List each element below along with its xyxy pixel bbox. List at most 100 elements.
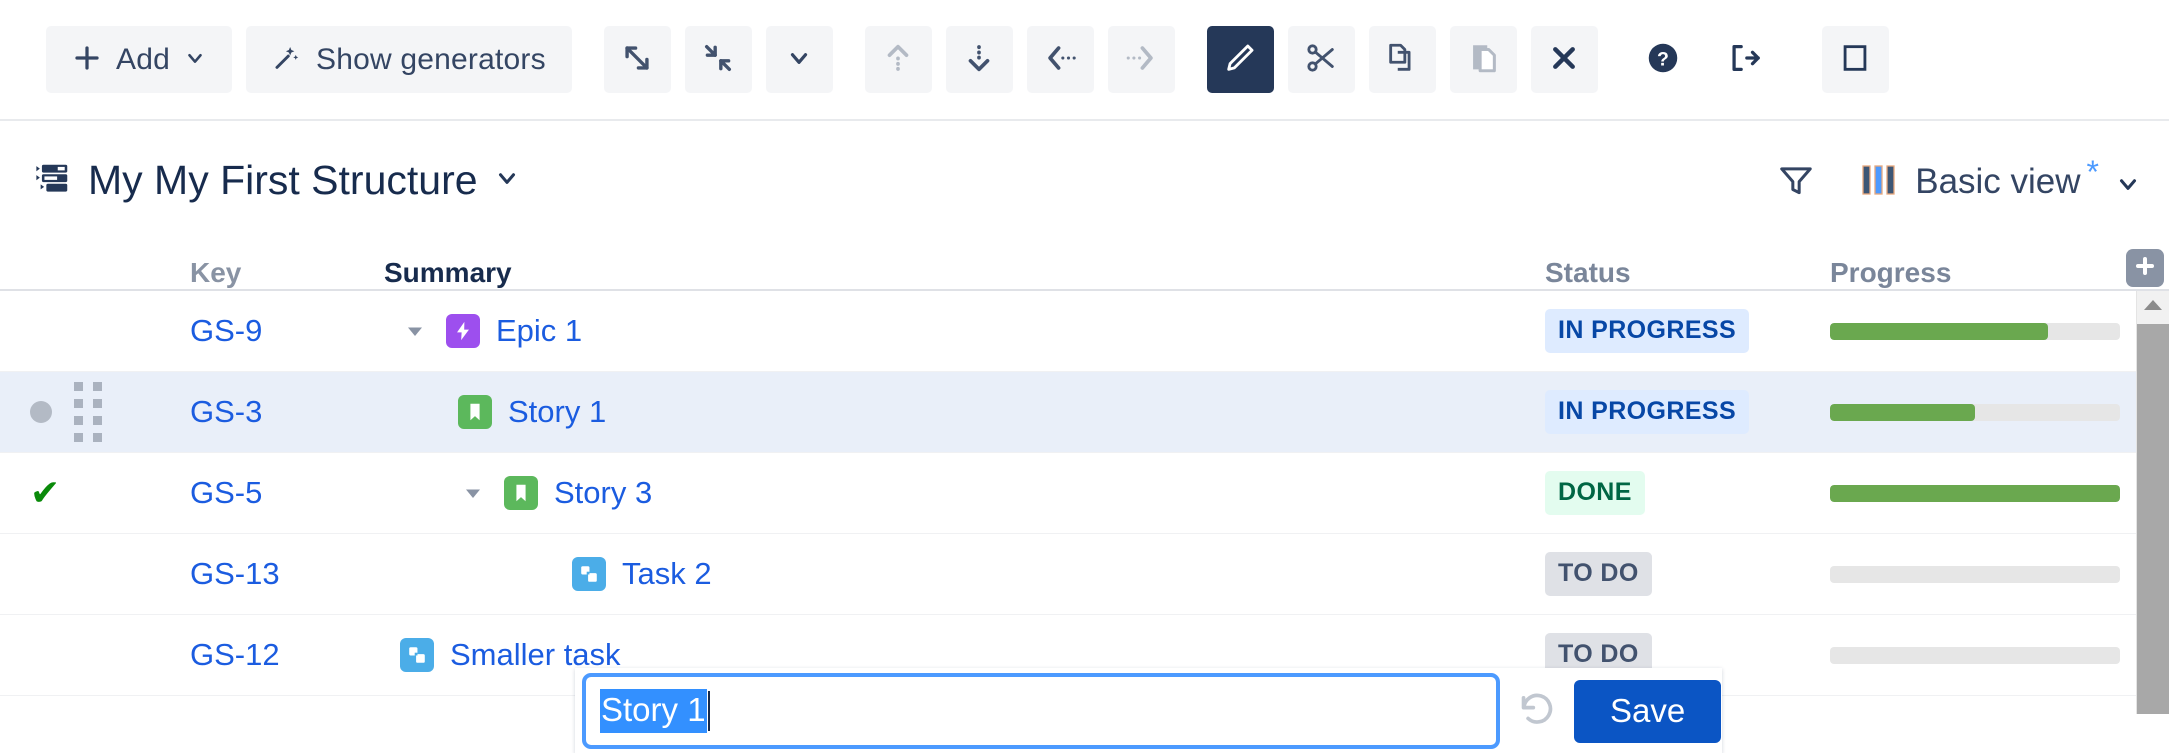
table-row[interactable]: GS-9 Epic 1 IN PROGRESS xyxy=(0,291,2169,372)
column-header-summary[interactable]: Summary xyxy=(384,257,512,294)
funnel-icon[interactable] xyxy=(1777,161,1815,199)
view-modified-marker: * xyxy=(2086,153,2099,190)
show-generators-label: Show generators xyxy=(315,42,546,76)
table-header-row: Key Summary Status Progress xyxy=(0,239,2169,291)
story-bookmark-icon xyxy=(504,476,538,510)
table-row[interactable]: GS-3 Story 1 IN PROGRESS xyxy=(0,372,2169,453)
expand-diagonal-icon xyxy=(620,41,654,78)
exit-button[interactable] xyxy=(1711,26,1778,93)
issue-summary-link[interactable]: Task 2 xyxy=(622,556,712,592)
plus-icon xyxy=(72,43,102,76)
progress-bar xyxy=(1830,484,2120,502)
status-badge: TO DO xyxy=(1545,552,1652,596)
cut-button[interactable] xyxy=(1287,26,1355,93)
chevron-down-icon xyxy=(2115,171,2141,202)
issue-summary-link[interactable]: Story 3 xyxy=(554,475,652,511)
progress-bar xyxy=(1830,403,2120,421)
row-gutter: ✔ xyxy=(0,475,140,511)
text-caret xyxy=(707,691,710,731)
task-squares-icon xyxy=(572,557,606,591)
scrollbar-thumb[interactable] xyxy=(2137,324,2169,714)
main-toolbar: Add Show generators ? xyxy=(0,0,2169,121)
summary-edit-input[interactable]: Story 1 xyxy=(582,673,1500,749)
delete-button[interactable] xyxy=(1530,26,1598,93)
progress-bar xyxy=(1830,322,2120,340)
progress-bar-fill xyxy=(1830,322,2048,340)
view-selector-button[interactable]: Basic view * xyxy=(1859,154,2141,202)
help-button[interactable]: ? xyxy=(1630,26,1697,93)
status-cell: IN PROGRESS xyxy=(1545,309,1830,353)
progress-cell xyxy=(1830,646,2120,664)
disclosure-triangle-icon[interactable] xyxy=(400,316,430,346)
drag-dots-icon[interactable] xyxy=(74,382,102,442)
issue-summary-link[interactable]: Epic 1 xyxy=(496,313,582,349)
move-down-button[interactable] xyxy=(945,26,1013,93)
svg-text:?: ? xyxy=(1657,49,1669,71)
table-row[interactable]: ✔ GS-5 Story 3 DONE xyxy=(0,453,2169,534)
progress-cell xyxy=(1830,403,2120,421)
scrollbar-up-button[interactable] xyxy=(2137,291,2169,324)
column-header-key[interactable]: Key xyxy=(190,257,241,294)
issue-key-link[interactable]: GS-9 xyxy=(140,313,340,349)
structure-title-button[interactable]: My My First Structure xyxy=(34,157,520,204)
issue-key-link[interactable]: GS-12 xyxy=(140,637,340,673)
progress-cell xyxy=(1830,484,2120,502)
plus-icon xyxy=(2133,254,2157,283)
add-button[interactable]: Add xyxy=(46,26,232,93)
structure-header: My My First Structure Basic view * xyxy=(0,121,2169,239)
status-badge: DONE xyxy=(1545,471,1645,515)
x-icon xyxy=(1548,42,1580,77)
indent-button[interactable] xyxy=(1107,26,1175,93)
status-badge: IN PROGRESS xyxy=(1545,309,1750,353)
status-cell: TO DO xyxy=(1545,552,1830,596)
question-circle-icon: ? xyxy=(1645,40,1681,79)
copy-pages-icon xyxy=(1385,41,1419,78)
paste-button[interactable] xyxy=(1449,26,1517,93)
revert-button[interactable] xyxy=(1500,668,1574,753)
columns-icon xyxy=(1859,163,1899,197)
row-status-dot-icon xyxy=(30,401,52,423)
add-button-label: Add xyxy=(116,42,170,76)
column-header-status[interactable]: Status xyxy=(1545,257,1631,294)
copy-button[interactable] xyxy=(1368,26,1436,93)
column-header-progress[interactable]: Progress xyxy=(1830,257,1951,294)
move-up-button[interactable] xyxy=(864,26,932,93)
progress-bar-fill xyxy=(1830,403,1975,421)
status-cell: DONE xyxy=(1545,471,1830,515)
issue-key-link[interactable]: GS-13 xyxy=(140,556,340,592)
outdent-button[interactable] xyxy=(1026,26,1094,93)
view-name-label: Basic view xyxy=(1915,161,2081,201)
paste-icon xyxy=(1466,41,1500,78)
table-body: GS-9 Epic 1 IN PROGRESS GS-3 Story 1 IN … xyxy=(0,291,2169,714)
triangle-up-icon xyxy=(2143,298,2163,317)
collapse-all-button[interactable] xyxy=(684,26,752,93)
issue-key-link[interactable]: GS-5 xyxy=(140,475,340,511)
table-row[interactable]: GS-13 Task 2 TO DO xyxy=(0,534,2169,615)
epic-bolt-icon xyxy=(446,314,480,348)
inline-edit-overlay: Story 1 Save xyxy=(575,668,1722,753)
progress-bar xyxy=(1830,565,2120,583)
fullscreen-button[interactable] xyxy=(1821,26,1889,93)
structure-list-icon xyxy=(34,159,72,202)
exit-arrow-icon xyxy=(1727,41,1761,78)
row-gutter xyxy=(0,382,140,442)
status-badge: IN PROGRESS xyxy=(1545,390,1750,434)
arrow-right-dotted-icon xyxy=(1124,41,1158,78)
square-outline-icon xyxy=(1838,41,1872,78)
edit-button[interactable] xyxy=(1206,26,1274,93)
add-column-button[interactable] xyxy=(2125,249,2164,287)
summary-edit-value: Story 1 xyxy=(600,689,707,733)
story-bookmark-icon xyxy=(458,395,492,429)
issue-key-link[interactable]: GS-3 xyxy=(140,394,340,430)
expand-level-dropdown-button[interactable] xyxy=(765,26,833,93)
expand-all-button[interactable] xyxy=(603,26,671,93)
issue-summary-link[interactable]: Story 1 xyxy=(508,394,606,430)
disclosure-triangle-icon[interactable] xyxy=(458,478,488,508)
save-button[interactable]: Save xyxy=(1574,679,1722,743)
show-generators-button[interactable]: Show generators xyxy=(245,26,572,93)
scissors-icon xyxy=(1304,41,1338,78)
arrow-up-dotted-icon xyxy=(881,41,915,78)
progress-cell xyxy=(1830,565,2120,583)
arrow-left-dotted-icon xyxy=(1043,41,1077,78)
vertical-scrollbar[interactable] xyxy=(2136,291,2169,714)
